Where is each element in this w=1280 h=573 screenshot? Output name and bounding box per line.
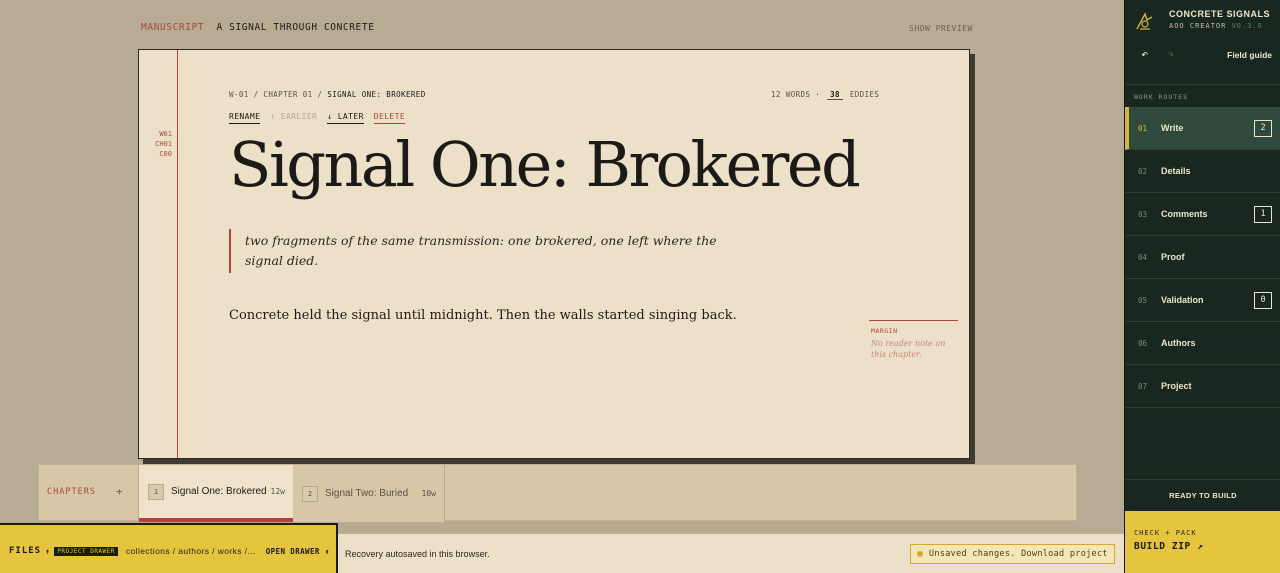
chapter-actions: RENAME ↑ EARLIER ↓ LATER DELETE — [229, 112, 406, 124]
eddies-count[interactable]: 38 — [827, 90, 843, 100]
add-chapter-button[interactable]: + — [116, 485, 123, 498]
route-write[interactable]: 01 Write 2 — [1125, 107, 1280, 150]
chapter-tab-1[interactable]: 1 Signal One: Brokered 12w — [139, 465, 293, 522]
undo-icon[interactable]: ↶ — [1141, 47, 1148, 61]
redo-icon[interactable]: ↷ — [1167, 47, 1174, 61]
brand-subtitle: AOO CREATOR V0.3.6 — [1169, 22, 1270, 30]
eddies-label: EDDIES — [849, 90, 880, 99]
margin-text: No reader note on this chapter. — [871, 339, 946, 359]
build-zip-button[interactable]: CHECK + PACK BUILD ZIP ↗ — [1125, 511, 1280, 573]
words-label: 12 WORDS · — [771, 90, 821, 99]
route-label: Project — [1161, 381, 1192, 391]
route-number: 05 — [1138, 295, 1148, 305]
margin-label: MARGIN — [871, 327, 898, 335]
route-number: 06 — [1138, 338, 1148, 348]
route-badge: 2 — [1254, 119, 1272, 137]
files-label: FILES — [9, 546, 42, 556]
manuscript-title: A SIGNAL THROUGH CONCRETE — [216, 22, 375, 33]
epigraph[interactable]: two fragments of the same transmission: … — [229, 229, 729, 273]
manuscript-header: MANUSCRIPT A SIGNAL THROUGH CONCRETE — [141, 22, 375, 33]
route-label: Proof — [1161, 252, 1185, 262]
chapter-title[interactable]: Signal One: Brokered — [229, 128, 861, 201]
ready-to-build-status: READY TO BUILD — [1125, 479, 1280, 511]
chapter-tab-words: 12w — [270, 487, 285, 496]
route-proof[interactable]: 04 Proof — [1125, 236, 1280, 279]
route-comments[interactable]: 03 Comments 1 — [1125, 193, 1280, 236]
route-details[interactable]: 02 Details — [1125, 150, 1280, 193]
route-authors[interactable]: 06 Authors — [1125, 322, 1280, 365]
brand-product: AOO CREATOR — [1169, 22, 1227, 30]
comment-code: C00 — [159, 150, 172, 158]
download-project-button[interactable]: Unsaved changes. Download project — [910, 544, 1115, 564]
route-number: 03 — [1138, 209, 1148, 219]
chapters-bar: CHAPTERS + 1 Signal One: Brokered 12w 2 … — [38, 464, 1077, 522]
margin-note: MARGIN No reader note on this chapter. — [869, 320, 958, 360]
chapter-codes: W01 CH01 C00 — [139, 129, 172, 159]
work-routes-label: WORK ROUTES — [1134, 93, 1189, 101]
project-drawer-badge: PROJECT DRAWER — [54, 546, 118, 556]
route-number: 04 — [1138, 252, 1148, 262]
status-message: Recovery autosaved in this browser. — [345, 549, 490, 559]
signal-logo-icon — [1136, 12, 1153, 30]
files-panel: FILES ↟ PROJECT DRAWER collections / aut… — [0, 523, 338, 573]
chapter-tab-number: 1 — [148, 483, 164, 500]
chapter-tab-name: Signal Two: Buried — [325, 488, 409, 499]
chapter-body[interactable]: Concrete held the signal until midnight.… — [229, 308, 737, 323]
build-label: BUILD ZIP ↗ — [1134, 541, 1204, 552]
route-label: Details — [1161, 166, 1191, 176]
route-label: Validation — [1161, 295, 1204, 305]
delete-button[interactable]: DELETE — [373, 112, 406, 124]
margin-rule — [177, 50, 178, 458]
field-guide-link[interactable]: Field guide — [1227, 50, 1272, 60]
chapter-tab-words: 10w — [421, 489, 436, 498]
route-number: 07 — [1138, 381, 1148, 391]
brand-name: CONCRETE SIGNALS — [1169, 9, 1271, 19]
chapters-label: CHAPTERS — [47, 487, 96, 497]
pin-icon: ↟ — [45, 546, 51, 556]
unsaved-label: Unsaved changes. Download project — [929, 549, 1108, 559]
route-project[interactable]: 07 Project — [1125, 365, 1280, 408]
open-drawer-button[interactable]: OPEN DRAWER ↟ — [266, 547, 330, 556]
route-number: 02 — [1138, 166, 1148, 176]
route-label: Authors — [1161, 338, 1196, 348]
sidebar: CONCRETE SIGNALS AOO CREATOR V0.3.6 ↶ ↷ … — [1124, 0, 1280, 573]
sidebar-divider — [1125, 84, 1280, 85]
move-later-button[interactable]: ↓ LATER — [327, 112, 364, 124]
breadcrumb-path: W-01 / CHAPTER 01 / — [229, 90, 328, 99]
breadcrumb-current: SIGNAL ONE: BROKERED — [327, 90, 426, 99]
chapter-code: CH01 — [155, 140, 172, 148]
chapter-tab-2[interactable]: 2 Signal Two: Buried 10w — [293, 465, 445, 522]
rename-button[interactable]: RENAME — [229, 112, 261, 124]
build-kicker: CHECK + PACK — [1134, 529, 1197, 537]
route-badge: 0 — [1254, 291, 1272, 309]
manuscript-kicker: MANUSCRIPT — [141, 22, 205, 33]
work-code: W01 — [159, 130, 172, 138]
drawer-path: collections / authors / works /... — [125, 546, 256, 556]
route-label: Write — [1161, 123, 1184, 133]
chapter-tab-number: 2 — [302, 485, 318, 502]
show-preview-button[interactable]: SHOW PREVIEW — [909, 24, 973, 33]
brand-version: V0.3.6 — [1231, 22, 1263, 30]
route-badge: 1 — [1254, 205, 1272, 223]
breadcrumb: W-01 / CHAPTER 01 / SIGNAL ONE: BROKERED — [229, 90, 426, 99]
chapter-tab-name: Signal One: Brokered — [171, 486, 267, 497]
route-label: Comments — [1161, 209, 1208, 219]
brand: CONCRETE SIGNALS AOO CREATOR V0.3.6 — [1135, 9, 1270, 31]
manuscript-page: W01 CH01 C00 W-01 / CHAPTER 01 / SIGNAL … — [138, 49, 970, 459]
route-validation[interactable]: 05 Validation 0 — [1125, 279, 1280, 322]
unsaved-dot-icon — [917, 551, 923, 557]
move-earlier-button[interactable]: ↑ EARLIER — [270, 112, 317, 124]
status-bar: Recovery autosaved in this browser. Unsa… — [338, 533, 1124, 573]
route-number: 01 — [1138, 123, 1148, 133]
word-count: 12 WORDS · 38 EDDIES — [771, 90, 879, 100]
